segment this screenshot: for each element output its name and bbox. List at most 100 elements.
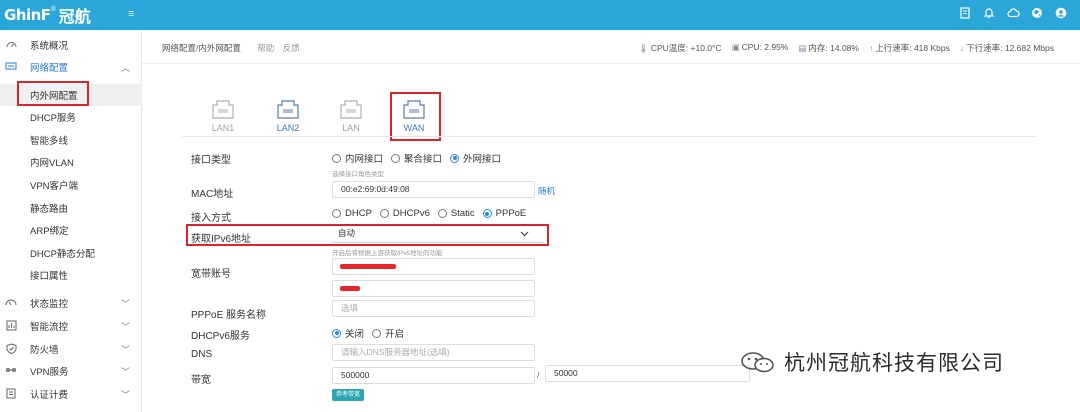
port-lan[interactable]: LAN <box>331 99 371 133</box>
feedback-link[interactable]: 反馈 <box>283 43 300 53</box>
radio-circle[interactable] <box>372 328 382 338</box>
ipv6-hint: 开启后将根据上游获取IPv6地址的功能 <box>332 250 443 257</box>
radio-aggregate[interactable]: 聚合接口 <box>391 151 442 165</box>
dns-input[interactable]: 请输入DNS服务器地址(选填) <box>332 344 535 361</box>
port-label: LAN <box>342 123 360 133</box>
port-lan2[interactable]: LAN2 <box>268 99 308 133</box>
radio-internal[interactable]: 内网接口 <box>332 151 383 165</box>
radio-circle[interactable] <box>391 153 401 163</box>
reference-bandwidth-button[interactable]: 参考带宽 <box>332 389 364 401</box>
breadcrumb-path: 网络配置/内外网配置 <box>162 43 241 53</box>
pppoe-service-input[interactable]: 选填 <box>332 300 535 317</box>
cpu-temp-stat: 🌡 CPU温度: +10.0°C <box>638 42 722 54</box>
radio-off[interactable]: 关闭 <box>332 326 364 340</box>
radio-dhcp[interactable]: DHCP <box>332 208 372 219</box>
sidebar-subitem-label: 内网VLAN <box>30 158 74 169</box>
sidebar-item-vpn[interactable]: VPN服务 ﹀ <box>0 360 142 382</box>
logo-text: GhinF <box>4 6 51 24</box>
radio-pppoe[interactable]: PPPoE <box>482 208 527 219</box>
bandwidth-up-input[interactable]: 500000 <box>332 367 535 384</box>
sidebar-item-firewall[interactable]: 防火墙 ﹀ <box>0 338 142 360</box>
radio-circle[interactable] <box>379 209 389 218</box>
sidebar-item-label: 防火墙 <box>30 345 59 356</box>
sidebar-item-label: 系统概况 <box>30 41 69 52</box>
random-mac-link[interactable]: 随机 <box>538 185 555 197</box>
logo-brand: 冠航 <box>58 7 91 26</box>
memory-stat: ▤ 内存: 14.08% <box>798 42 859 54</box>
highlight-sidebar-lan-wan <box>17 81 89 106</box>
bandwidth-down-input[interactable]: 50000 <box>545 365 750 382</box>
interface-type-radios: 内网接口 聚合接口 外网接口 <box>332 151 509 165</box>
port-label: LAN2 <box>276 123 300 133</box>
radio-circle[interactable] <box>332 209 341 218</box>
sidebar-subitem-dhcp-static[interactable]: DHCP静态分配 <box>0 242 142 264</box>
bell-icon[interactable] <box>982 7 996 21</box>
download-value: 下行速率: 12.682 Mbps <box>966 43 1054 53</box>
port-lan1[interactable]: LAN1 <box>203 99 243 133</box>
chevron-down-icon: ﹀ <box>120 344 130 355</box>
bandwidth-label: 带宽 <box>191 375 211 386</box>
radio-circle[interactable] <box>450 153 460 163</box>
sidebar-item-label: 认证计费 <box>30 390 69 401</box>
radio-circle[interactable] <box>332 328 341 338</box>
cloud-icon[interactable] <box>1006 7 1020 21</box>
network-icon <box>5 61 17 73</box>
ports-divider <box>182 136 1037 137</box>
radio-label: DHCP <box>345 208 372 219</box>
sidebar-item-billing[interactable]: 认证计费 ﹀ <box>0 383 142 405</box>
interface-type-hint: 选择接口角色类型 <box>332 171 384 178</box>
sidebar-subitem-arp[interactable]: ARP绑定 <box>0 219 142 241</box>
redaction-mark <box>340 286 360 291</box>
radio-label: 外网接口 <box>463 154 502 165</box>
radio-circle[interactable] <box>437 209 447 218</box>
sidebar-subitem-static-route[interactable]: 静态路由 <box>0 197 142 219</box>
help-link[interactable]: 帮助 <box>257 43 274 53</box>
radio-dhcpv6[interactable]: DHCPv6 <box>379 208 430 219</box>
radio-external[interactable]: 外网接口 <box>450 151 501 165</box>
breadcrumb: 网络配置/内外网配置 帮助 反馈 <box>162 42 300 54</box>
highlight-ipv6-row <box>186 224 549 246</box>
radio-on[interactable]: 开启 <box>372 326 404 340</box>
pppoe-service-label: PPPoE 服务名称 <box>191 310 267 321</box>
interface-type-label: 接口类型 <box>191 155 231 166</box>
document-icon[interactable] <box>958 7 972 21</box>
sidebar-subitem-multiline[interactable]: 智能多线 <box>0 129 142 151</box>
menu-toggle-icon[interactable]: ≡ <box>128 8 134 20</box>
password-input[interactable] <box>332 280 535 297</box>
globe-icon[interactable] <box>1030 7 1044 21</box>
dns-label: DNS <box>191 349 213 360</box>
bandwidth-separator: / <box>537 370 540 380</box>
sidebar-subitem-label: ARP绑定 <box>30 226 69 237</box>
sidebar-subitem-interface-props[interactable]: 接口属性 <box>0 264 142 286</box>
sidebar-subitem-vpn-client[interactable]: VPN客户端 <box>0 174 142 196</box>
access-mode-radios: DHCP DHCPv6 Static PPPoE <box>332 208 534 219</box>
radio-label: PPPoE <box>495 208 527 219</box>
ethernet-port-icon <box>212 100 234 119</box>
sidebar-item-flow-control[interactable]: 智能流控 ﹀ <box>0 315 142 337</box>
topbar: 网络配置/内外网配置 帮助 反馈 🌡 CPU温度: +10.0°C ▣ CPU: 2… <box>142 30 1080 64</box>
download-stat: ↓ 下行速率: 12.682 Mbps <box>960 42 1054 54</box>
arrow-up-icon: ↑ <box>868 43 874 53</box>
upload-stat: ↑ 上行速率: 418 Kbps <box>869 42 950 54</box>
sidebar-item-overview[interactable]: 系统概况 <box>0 34 142 56</box>
sidebar-subitem-dhcp[interactable]: DHCP服务 <box>0 106 142 128</box>
sidebar-item-label: VPN服务 <box>30 367 69 378</box>
sidebar-item-monitor[interactable]: 状态监控 ﹀ <box>0 292 142 314</box>
user-icon[interactable] <box>1054 7 1068 21</box>
highlight-port-wan <box>390 92 441 141</box>
mac-input[interactable]: 00:e2:69:0d:49:08 <box>332 181 535 198</box>
memory-value: 内存: 14.08% <box>808 43 859 53</box>
radio-circle[interactable] <box>332 153 341 163</box>
logo: GhinF ® 冠航 <box>4 4 91 27</box>
radio-label: 关闭 <box>345 329 365 340</box>
sidebar-item-network[interactable]: 网络配置 ︿ <box>0 56 142 78</box>
sidebar-subitem-vlan[interactable]: 内网VLAN <box>0 151 142 173</box>
ethernet-port-icon <box>277 100 299 119</box>
radio-static[interactable]: Static <box>437 208 475 219</box>
logo-registered-mark: ® <box>50 5 56 13</box>
sidebar-item-label: 网络配置 <box>30 63 69 74</box>
cpu-icon: ▣ <box>731 42 740 52</box>
arrow-down-icon: ↓ <box>959 43 965 53</box>
top-header: GhinF ® 冠航 ≡ <box>0 0 1080 30</box>
radio-circle[interactable] <box>482 209 492 218</box>
